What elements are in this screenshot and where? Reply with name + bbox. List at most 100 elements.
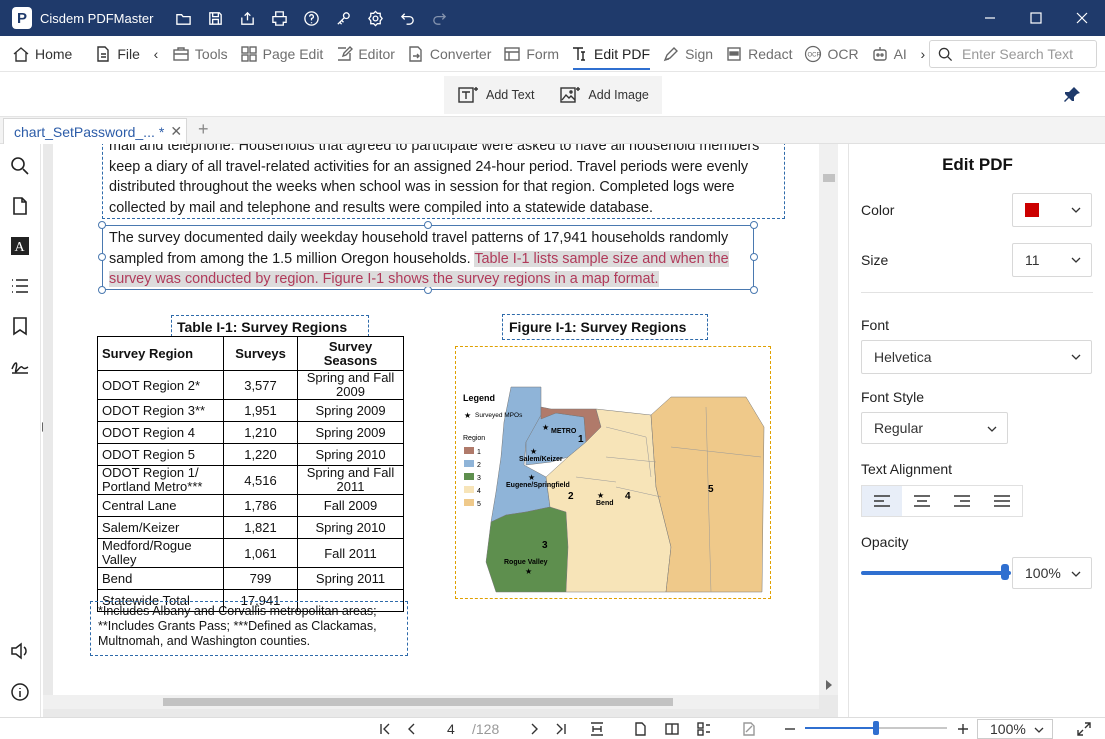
font-size-select[interactable]: 11: [1012, 243, 1092, 277]
menu-editor[interactable]: Editor: [329, 36, 401, 72]
scroll-left-icon[interactable]: ‹: [146, 36, 166, 72]
print-icon[interactable]: [263, 0, 295, 36]
table-cell[interactable]: 4,516: [223, 465, 298, 495]
close-window-icon[interactable]: [1059, 0, 1105, 36]
add-text-button[interactable]: Add Text: [458, 86, 534, 104]
table-cell[interactable]: 3,577: [223, 370, 298, 400]
fullscreen-icon[interactable]: [1077, 720, 1091, 738]
menu-home[interactable]: Home: [0, 36, 78, 72]
table-cell[interactable]: ODOT Region 1/ Portland Metro***: [97, 465, 224, 495]
table-cell[interactable]: 1,210: [223, 421, 298, 444]
table-cell[interactable]: 1,821: [223, 516, 298, 539]
next-page-icon[interactable]: [527, 720, 541, 738]
table-cell[interactable]: Fall 2011: [297, 538, 404, 568]
table-cell[interactable]: 799: [223, 567, 298, 590]
table-cell[interactable]: Bend: [97, 567, 224, 590]
menu-file[interactable]: File: [88, 36, 146, 72]
key-icon[interactable]: [327, 0, 359, 36]
table-cell[interactable]: 1,951: [223, 399, 298, 422]
sidebar-search-icon[interactable]: [10, 156, 32, 178]
bookmark-icon[interactable]: [10, 316, 32, 338]
table-cell[interactable]: Spring 2009: [297, 421, 404, 444]
text-recognize-icon[interactable]: A: [10, 236, 32, 258]
align-justify-button[interactable]: [982, 486, 1022, 516]
two-page-icon[interactable]: [665, 720, 679, 738]
horizontal-scroll-thumb[interactable]: [163, 698, 673, 706]
paragraph-1[interactable]: mail and telephone. Households that agre…: [109, 144, 781, 218]
table-cell[interactable]: ODOT Region 3**: [97, 399, 224, 422]
redo-icon[interactable]: [423, 0, 455, 36]
tab-document[interactable]: chart_SetPassword_... * ✕: [3, 118, 187, 144]
menu-edit-pdf[interactable]: Edit PDF: [565, 36, 656, 72]
resize-handle[interactable]: [98, 221, 106, 229]
table-cell[interactable]: Spring 2010: [297, 516, 404, 539]
read-mode-icon[interactable]: [742, 720, 756, 738]
speaker-icon[interactable]: [10, 641, 32, 663]
font-style-select[interactable]: Regular: [861, 412, 1008, 444]
last-page-icon[interactable]: [554, 720, 568, 738]
menu-ai[interactable]: AI: [865, 36, 913, 72]
menu-page-edit[interactable]: Page Edit: [234, 36, 330, 72]
undo-icon[interactable]: [391, 0, 423, 36]
paragraph-2[interactable]: The survey documented daily weekday hous…: [109, 228, 749, 290]
table-cell[interactable]: Central Lane: [97, 494, 224, 517]
footnote-box[interactable]: [90, 601, 408, 656]
page-number-input[interactable]: 4: [447, 720, 455, 738]
open-folder-icon[interactable]: [167, 0, 199, 36]
table-cell[interactable]: ODOT Region 4: [97, 421, 224, 444]
resize-handle[interactable]: [750, 221, 758, 229]
table-cell[interactable]: 1,061: [223, 538, 298, 568]
align-center-button[interactable]: [902, 486, 942, 516]
first-page-icon[interactable]: [378, 720, 392, 738]
settings-icon[interactable]: [359, 0, 391, 36]
zoom-out-icon[interactable]: [783, 720, 797, 738]
vertical-scroll-thumb[interactable]: [823, 174, 835, 182]
resize-handle[interactable]: [98, 286, 106, 294]
table-cell[interactable]: Spring 2011: [297, 567, 404, 590]
thumbnails-icon[interactable]: [10, 196, 32, 218]
opacity-slider[interactable]: [861, 571, 1011, 575]
color-picker[interactable]: [1012, 193, 1092, 227]
signature-icon[interactable]: [10, 356, 32, 378]
menu-tools[interactable]: Tools: [166, 36, 234, 72]
pin-icon[interactable]: [1062, 85, 1082, 105]
zoom-in-icon[interactable]: [956, 720, 970, 738]
single-page-icon[interactable]: [633, 720, 647, 738]
table-cell[interactable]: Salem/Keizer: [97, 516, 224, 539]
resize-handle[interactable]: [750, 286, 758, 294]
new-tab-icon[interactable]: +: [198, 119, 209, 140]
font-family-select[interactable]: Helvetica: [861, 340, 1092, 374]
table-cell[interactable]: ODOT Region 5: [97, 443, 224, 466]
close-tab-icon[interactable]: ✕: [170, 123, 182, 140]
share-icon[interactable]: [231, 0, 263, 36]
table-cell[interactable]: Spring and Fall 2011: [297, 465, 404, 495]
resize-handle[interactable]: [98, 253, 106, 261]
table-cell[interactable]: Fall 2009: [297, 494, 404, 517]
menu-form[interactable]: Form: [497, 36, 565, 72]
opacity-slider-handle[interactable]: [1001, 564, 1009, 580]
table-cell[interactable]: Spring and Fall 2009: [297, 370, 404, 400]
menu-converter[interactable]: Converter: [401, 36, 497, 72]
table-cell[interactable]: Spring 2010: [297, 443, 404, 466]
search-input[interactable]: Enter Search Text: [929, 40, 1097, 68]
horizontal-scrollbar[interactable]: [43, 695, 819, 709]
align-right-button[interactable]: [942, 486, 982, 516]
map-image-box[interactable]: Legend ★ Surveyed MPOs Region 1 2 3 4 5 METR…: [455, 346, 771, 599]
opacity-select[interactable]: 100%: [1012, 557, 1092, 589]
minimize-icon[interactable]: [967, 0, 1013, 36]
zoom-slider-handle[interactable]: [873, 721, 879, 735]
save-icon[interactable]: [199, 0, 231, 36]
help-icon[interactable]: [295, 0, 327, 36]
outline-list-icon[interactable]: [10, 276, 32, 298]
menu-sign[interactable]: Sign: [656, 36, 719, 72]
table-cell[interactable]: 1,786: [223, 494, 298, 517]
zoom-select[interactable]: 100%: [977, 719, 1053, 739]
previous-page-icon[interactable]: [405, 720, 419, 738]
table-cell[interactable]: ODOT Region 2*: [97, 370, 224, 400]
table-cell[interactable]: 1,220: [223, 443, 298, 466]
menu-ocr[interactable]: OCR OCR: [798, 36, 864, 72]
fit-width-icon[interactable]: [590, 720, 604, 738]
collapse-panel-icon[interactable]: [826, 680, 832, 690]
table-cell[interactable]: Spring 2009: [297, 399, 404, 422]
resize-handle[interactable]: [750, 253, 758, 261]
